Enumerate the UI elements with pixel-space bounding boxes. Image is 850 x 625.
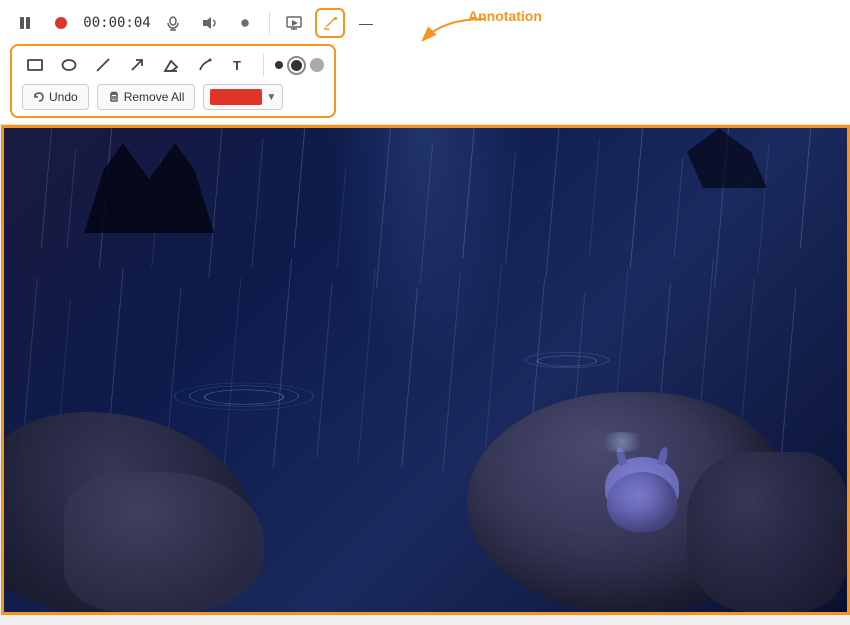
screen-button[interactable]: [279, 8, 309, 38]
undo-label: Undo: [49, 90, 78, 104]
video-container: [1, 125, 850, 615]
camera-button[interactable]: [230, 8, 260, 38]
toolbar-separator-1: [269, 12, 270, 34]
annotation-actions-row: Undo Remove All ▼: [22, 84, 324, 110]
brush-size-row: [275, 58, 324, 72]
minimize-button[interactable]: —: [351, 8, 381, 38]
volume-button[interactable]: [194, 8, 224, 38]
toolbar-container: 00:00:04: [0, 0, 850, 125]
remove-all-button[interactable]: Remove All: [97, 84, 196, 110]
pokemon-body: [607, 472, 677, 532]
remove-all-label: Remove All: [124, 90, 185, 104]
annotation-toggle-button[interactable]: [315, 8, 345, 38]
arrow-tool-button[interactable]: [124, 52, 150, 78]
line-tool-button[interactable]: [90, 52, 116, 78]
rock-right: [687, 452, 847, 612]
main-toolbar: 00:00:04: [10, 8, 840, 38]
color-swatch: [210, 89, 262, 105]
trash-icon: [108, 91, 120, 103]
pause-button[interactable]: [10, 8, 40, 38]
brush-large-button[interactable]: [310, 58, 324, 72]
water-ring-5: [525, 352, 609, 368]
ellipse-tool-button[interactable]: [56, 52, 82, 78]
eraser-tool-button[interactable]: [158, 52, 184, 78]
brush-small-button[interactable]: [275, 61, 283, 69]
pokemon-character: [597, 457, 687, 532]
timestamp-display: 00:00:04: [82, 15, 152, 31]
color-dropdown-arrow: ▼: [266, 92, 276, 103]
rock-glow-highlight: [597, 432, 647, 452]
annotation-label-text: Annotation: [468, 8, 542, 24]
video-frame: [4, 128, 847, 612]
rock-left-2: [64, 472, 264, 612]
rectangle-tool-button[interactable]: [22, 52, 48, 78]
annotation-panel: T Undo: [10, 44, 336, 118]
light-glow: [326, 128, 526, 378]
microphone-button[interactable]: [158, 8, 188, 38]
panel-separator: [263, 54, 264, 76]
brush-medium-button[interactable]: [291, 60, 302, 71]
pen-tool-button[interactable]: [192, 52, 218, 78]
minus-icon: —: [359, 15, 373, 31]
undo-button[interactable]: Undo: [22, 84, 89, 110]
svg-text:T: T: [233, 58, 241, 73]
color-picker-button[interactable]: ▼: [203, 84, 283, 110]
annotation-tools-row: T: [22, 52, 324, 78]
record-button[interactable]: [46, 8, 76, 38]
undo-icon: [33, 91, 45, 103]
text-tool-button[interactable]: T: [226, 52, 252, 78]
water-ring-3: [174, 383, 314, 411]
